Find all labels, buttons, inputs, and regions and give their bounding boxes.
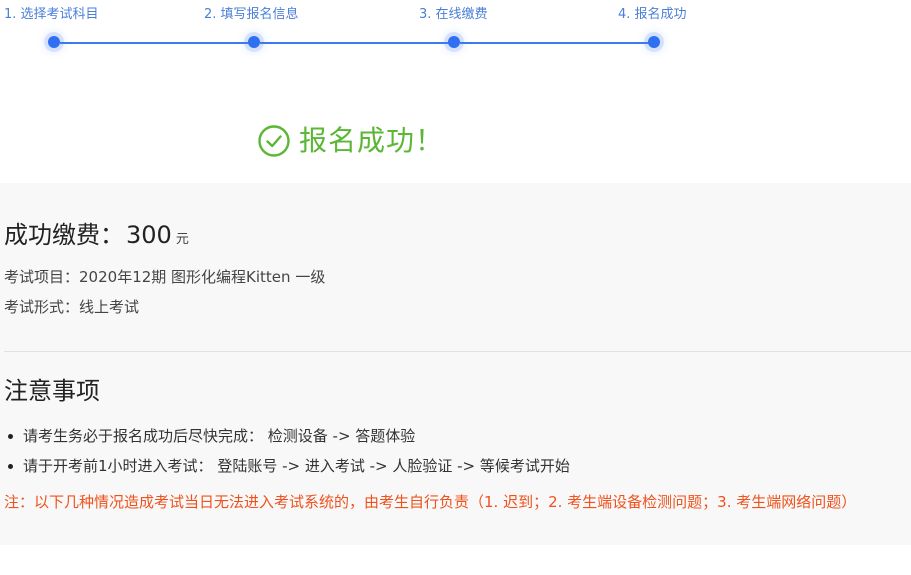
step-connector-3 (460, 42, 650, 44)
exam-mode-row: 考试形式：线上考试 (4, 297, 139, 317)
bullet-icon (8, 433, 13, 439)
step-4-label: 4. 报名成功 (618, 7, 687, 22)
step-3-label: 3. 在线缴费 (419, 7, 488, 22)
step-4-dot (648, 36, 660, 48)
exam-subject-row: 考试项目：2020年12期 图形化编程Kitten 一级 (4, 267, 325, 287)
notice-item: 请考生务必于报名成功后尽快完成： 检测设备 -> 答题体验 (8, 426, 415, 446)
check-circle-icon (257, 124, 291, 158)
exam-mode-label: 考试形式： (4, 298, 80, 316)
step-connector-1 (60, 42, 250, 44)
step-2-dot (248, 36, 260, 48)
notice-title: 注意事项 (4, 377, 100, 405)
exam-subject-label: 考试项目： (4, 268, 80, 286)
success-banner: 报名成功！ (257, 123, 444, 159)
payment-amount: 300 (126, 221, 172, 249)
success-message: 报名成功！ (299, 124, 445, 157)
bullet-icon (8, 463, 13, 469)
payment-summary: 成功缴费：300 元 (4, 219, 189, 256)
step-connector-2 (260, 42, 450, 44)
step-2-label: 2. 填写报名信息 (204, 7, 299, 22)
registration-summary-panel: 成功缴费：300 元 考试项目：2020年12期 图形化编程Kitten 一级 考… (0, 183, 911, 545)
exam-subject-value: 2020年12期 图形化编程Kitten 一级 (79, 268, 326, 286)
notice-item-text: 请于开考前1小时进入考试： 登陆账号 -> 进入考试 -> 人脸验证 -> 等候… (23, 457, 570, 475)
payment-label: 成功缴费： (4, 221, 124, 249)
responsibility-warning: 注：以下几种情况造成考试当日无法进入考试系统的，由考生自行负责（1. 迟到；2.… (4, 493, 857, 511)
progress-stepper: 1. 选择考试科目 2. 填写报名信息 3. 在线缴费 4. 报名成功 (0, 0, 911, 70)
step-1-dot (48, 36, 60, 48)
payment-unit: 元 (175, 232, 189, 247)
exam-mode-value: 线上考试 (79, 298, 140, 316)
section-divider (4, 351, 911, 352)
step-1-label: 1. 选择考试科目 (4, 7, 99, 22)
notice-item: 请于开考前1小时进入考试： 登陆账号 -> 进入考试 -> 人脸验证 -> 等候… (8, 456, 570, 476)
notice-item-text: 请考生务必于报名成功后尽快完成： 检测设备 -> 答题体验 (23, 427, 416, 445)
step-3-dot (448, 36, 460, 48)
